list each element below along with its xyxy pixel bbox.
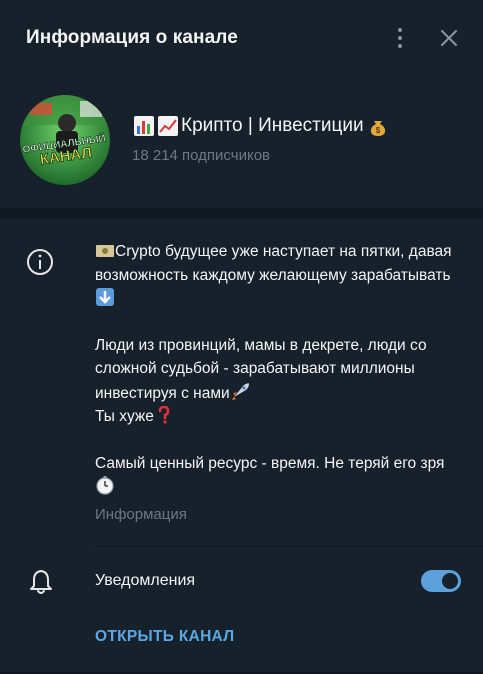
down-arrow-emoji-icon xyxy=(96,288,114,306)
header: Информация о канале xyxy=(0,0,483,76)
description-paragraph: Люди из провинций, мамы в декрете, люди … xyxy=(95,334,455,406)
page-title: Информация о канале xyxy=(26,27,238,48)
channel-description: Crypto будущее уже наступает на пятки, д… xyxy=(95,240,455,500)
open-channel-button[interactable]: ОТКРЫТЬ КАНАЛ xyxy=(95,628,234,646)
bar-chart-emoji-icon xyxy=(134,116,154,136)
close-icon[interactable] xyxy=(438,27,460,49)
description-line: Люди из провинций, мамы в декрете, люди … xyxy=(95,336,427,402)
section-divider xyxy=(0,208,483,218)
description-caption: Информация xyxy=(95,506,187,523)
description-line: Самый ценный ресурс - время. Не теряй ег… xyxy=(95,454,445,472)
svg-text:$: $ xyxy=(375,126,380,135)
red-question-emoji-icon xyxy=(158,406,170,424)
description-paragraph: Самый ценный ресурс - время. Не теряй ег… xyxy=(95,452,455,500)
more-vertical-icon[interactable] xyxy=(392,26,408,50)
notifications-label: Уведомления xyxy=(95,572,196,589)
divider xyxy=(95,546,483,547)
description-line: Crypto будущее уже наступает на пятки, д… xyxy=(95,243,452,284)
notifications-toggle[interactable] xyxy=(421,570,461,592)
info-icon xyxy=(27,249,53,275)
description-line: Ты хуже xyxy=(95,408,154,425)
channel-name-text: Крипто | Инвестиции xyxy=(181,115,364,136)
bell-icon xyxy=(30,570,52,594)
chart-up-emoji-icon xyxy=(158,116,178,136)
description-paragraph: Crypto будущее уже наступает на пятки, д… xyxy=(95,240,455,311)
channel-name: Крипто | Инвестиции $ xyxy=(133,115,391,137)
avatar[interactable]: ОФИЦИАЛЬНЫЙ КАНАЛ xyxy=(20,95,110,185)
stopwatch-emoji-icon xyxy=(96,476,114,495)
description-paragraph: Ты хуже xyxy=(95,405,455,429)
subscriber-count: 18 214 подписчиков xyxy=(132,147,271,164)
rocket-emoji-icon xyxy=(231,382,249,400)
toggle-knob xyxy=(440,571,460,591)
money-banknote-emoji-icon xyxy=(96,245,114,257)
money-bag-emoji-icon: $ xyxy=(370,121,385,136)
